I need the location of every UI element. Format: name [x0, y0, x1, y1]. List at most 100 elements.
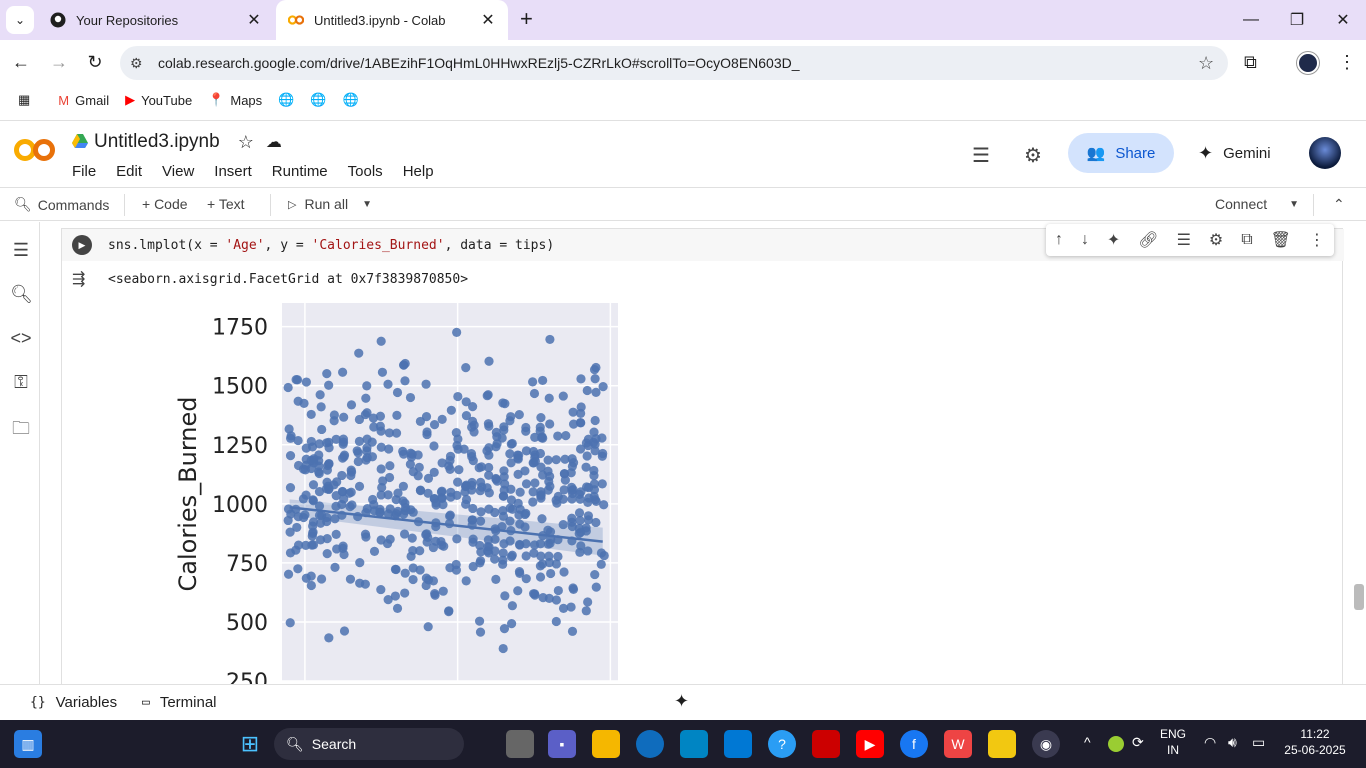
tab-list-button[interactable]: ⌄: [6, 6, 34, 34]
colab-logo[interactable]: [14, 137, 56, 163]
table-of-contents-icon[interactable]: ☰: [10, 240, 32, 262]
gemini-sparkle-icon[interactable]: ✦: [674, 691, 689, 712]
store-icon[interactable]: [724, 730, 752, 758]
minimize-icon[interactable]: —: [1228, 0, 1274, 40]
share-button[interactable]: 👥 Share: [1068, 133, 1174, 173]
profile-avatar[interactable]: [1297, 52, 1319, 74]
output-toggle-icon[interactable]: ⇶: [72, 269, 94, 289]
forward-icon[interactable]: →: [48, 52, 70, 73]
menu-help[interactable]: Help: [403, 163, 434, 180]
move-down-icon[interactable]: ↓: [1081, 231, 1089, 249]
youtube-icon[interactable]: ▶: [856, 730, 884, 758]
run-cell-button[interactable]: ▶: [72, 235, 92, 255]
new-tab-icon[interactable]: +: [520, 8, 533, 30]
variables-button[interactable]: {} Variables: [30, 694, 117, 711]
comment-icon[interactable]: ☰: [1177, 230, 1191, 250]
delete-icon[interactable]: 🗑︎: [1271, 230, 1291, 250]
settings-gear-icon[interactable]: ⚙: [1209, 230, 1223, 250]
notebook-name[interactable]: Untitled3.ipynb: [94, 131, 220, 153]
show-hidden-icons[interactable]: ^: [1084, 734, 1091, 750]
mylife-icon[interactable]: [680, 730, 708, 758]
tray-app-icon[interactable]: [1108, 736, 1124, 752]
mcafee-icon[interactable]: [812, 730, 840, 758]
url-bar[interactable]: ⚙ colab.research.google.com/drive/1ABEzi…: [120, 46, 1228, 80]
menu-file[interactable]: File: [72, 163, 96, 180]
facebook-icon[interactable]: f: [900, 730, 928, 758]
bookmark-star-icon[interactable]: ☆: [1198, 53, 1228, 74]
taskbar-search[interactable]: 🔍︎ Search: [274, 728, 464, 760]
reload-icon[interactable]: ↻: [84, 52, 106, 73]
site-info-icon[interactable]: ⚙: [130, 55, 158, 72]
chevron-down-icon[interactable]: ▼: [1289, 199, 1299, 210]
code-text[interactable]: sns.lmplot(x = 'Age', y = 'Calories_Burn…: [108, 238, 554, 253]
settings-gear-icon[interactable]: ⚙: [1024, 143, 1042, 168]
connect-button[interactable]: Connect ▼: [1215, 196, 1299, 212]
comments-icon[interactable]: ☰: [972, 143, 990, 168]
powerbi-icon[interactable]: [988, 730, 1016, 758]
add-code-button[interactable]: + Code: [142, 196, 188, 212]
browser-tab-colab[interactable]: Untitled3.ipynb - Colab ✕: [276, 0, 508, 40]
chrome-icon[interactable]: ◉: [1032, 730, 1060, 758]
help-icon[interactable]: ?: [768, 730, 796, 758]
menu-view[interactable]: View: [162, 163, 194, 180]
close-window-icon[interactable]: ✕: [1320, 0, 1366, 40]
menu-edit[interactable]: Edit: [116, 163, 142, 180]
share-label: Share: [1115, 144, 1156, 162]
files-folder-icon[interactable]: 🗀: [10, 416, 32, 438]
browser-tab-repositories[interactable]: Your Repositories ✕: [38, 0, 274, 40]
task-view-icon[interactable]: [506, 730, 534, 758]
gemini-sparkle-icon[interactable]: ✦: [1107, 230, 1120, 250]
close-tab-icon[interactable]: ✕: [246, 10, 262, 30]
more-options-icon[interactable]: ⋮: [1309, 230, 1325, 250]
teams-icon[interactable]: ▪: [548, 730, 576, 758]
commands-button[interactable]: 🔍︎ Commands: [14, 196, 109, 213]
collapse-header-icon[interactable]: ⌃: [1333, 196, 1345, 213]
sync-icon[interactable]: ⟳: [1132, 734, 1144, 750]
battery-icon[interactable]: ▭: [1252, 734, 1265, 750]
secrets-key-icon[interactable]: ⚿: [10, 372, 32, 394]
wps-icon[interactable]: W: [944, 730, 972, 758]
find-replace-icon[interactable]: 🔍︎: [10, 284, 33, 306]
link-icon[interactable]: 🔗︎: [1138, 230, 1158, 250]
volume-icon[interactable]: 🔊︎: [1228, 734, 1237, 750]
gemini-button[interactable]: ✦ Gemini: [1198, 143, 1271, 164]
globe-icon[interactable]: 🌐: [343, 92, 359, 108]
clock[interactable]: 11:22 25-06-2025: [1280, 726, 1350, 758]
menu-bar: File Edit View Insert Runtime Tools Help: [72, 163, 454, 180]
scatter-point: [307, 540, 317, 550]
globe-icon[interactable]: 🌐: [278, 92, 294, 108]
browser-menu-icon[interactable]: ⋮: [1338, 52, 1356, 73]
scrollbar-thumb[interactable]: [1354, 584, 1364, 610]
wifi-icon[interactable]: ◠: [1204, 734, 1216, 750]
terminal-button[interactable]: ▭ Terminal: [142, 694, 217, 711]
apps-grid-icon[interactable]: ▦: [18, 92, 30, 108]
mirror-cell-icon[interactable]: ⧉: [1241, 231, 1252, 249]
extensions-icon[interactable]: ⧉: [1244, 52, 1257, 73]
code-snippets-icon[interactable]: <>: [10, 328, 32, 350]
bookmark-maps[interactable]: 📍 Maps: [208, 92, 262, 108]
user-avatar[interactable]: [1309, 137, 1341, 169]
add-text-button[interactable]: + Text: [207, 196, 245, 212]
run-all-button[interactable]: ▷ Run all ▼: [288, 196, 372, 212]
chevron-down-icon[interactable]: ▼: [362, 199, 372, 210]
menu-runtime[interactable]: Runtime: [272, 163, 328, 180]
language-indicator[interactable]: ENG IN: [1160, 726, 1186, 758]
bookmark-gmail[interactable]: M Gmail: [58, 93, 109, 108]
menu-insert[interactable]: Insert: [214, 163, 252, 180]
bookmark-youtube[interactable]: ▶ YouTube: [125, 92, 192, 108]
start-windows-icon[interactable]: ⊞: [236, 730, 264, 758]
cloud-saved-icon[interactable]: ☁: [266, 132, 282, 152]
url-text[interactable]: colab.research.google.com/drive/1ABEzihF…: [158, 55, 1198, 71]
close-tab-icon[interactable]: ✕: [480, 10, 496, 30]
scatter-point: [362, 381, 372, 391]
star-icon[interactable]: ☆: [238, 132, 254, 153]
file-explorer-icon[interactable]: [592, 730, 620, 758]
back-icon[interactable]: ←: [10, 52, 32, 73]
widgets-icon[interactable]: ▥: [14, 730, 42, 758]
edge-icon[interactable]: [636, 730, 664, 758]
globe-icon[interactable]: 🌐: [310, 92, 326, 108]
code-cell[interactable]: ▶ sns.lmplot(x = 'Age', y = 'Calories_Bu…: [61, 228, 1344, 688]
move-up-icon[interactable]: ↑: [1055, 231, 1063, 249]
restore-icon[interactable]: ❐: [1274, 0, 1320, 40]
menu-tools[interactable]: Tools: [348, 163, 383, 180]
